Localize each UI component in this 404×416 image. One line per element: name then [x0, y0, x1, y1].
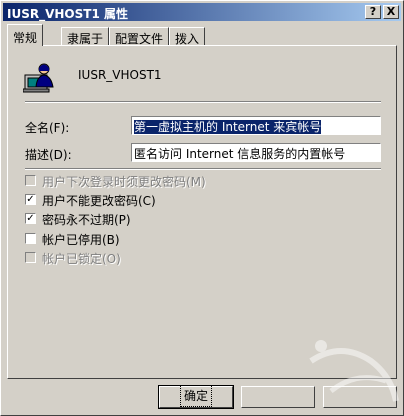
separator-top: [25, 101, 381, 103]
cannot-change-password-box[interactable]: ✓: [25, 194, 36, 205]
help-button[interactable]: ?: [365, 5, 381, 19]
account-disabled-box[interactable]: [25, 233, 36, 244]
description-field[interactable]: 匿名访问 Internet 信息服务的内置帐号: [131, 143, 381, 162]
must-change-password-box[interactable]: [25, 175, 36, 186]
description-value: 匿名访问 Internet 信息服务的内置帐号: [134, 147, 346, 161]
tab-dial-in-label: 拨入: [175, 32, 200, 46]
ok-button[interactable]: 确定: [158, 385, 234, 409]
description-label: 描述(D):: [25, 148, 72, 162]
tab-member-of-label: 隶属于: [67, 32, 104, 46]
window-title: IUSR_VHOST1 属性: [7, 7, 128, 21]
watermark-logo: [309, 340, 399, 402]
tab-general-label: 常规: [13, 31, 38, 45]
account-locked-label: 帐户已锁定(O): [42, 252, 121, 266]
tab-member-of[interactable]: 隶属于: [61, 27, 110, 46]
properties-dialog: IUSR_VHOST1 属性 ? X 常规 隶属于 配置文件 拨入 IUSR_V…: [0, 0, 404, 416]
password-never-expires-label: 密码永不过期(P): [42, 213, 131, 227]
tab-profile-label: 配置文件: [115, 32, 164, 46]
must-change-password-label: 用户下次登录时须更改密码(M): [42, 175, 206, 189]
user-computer-icon: [23, 63, 54, 93]
fullname-label: 全名(F):: [25, 121, 70, 135]
close-button[interactable]: X: [383, 5, 399, 19]
fullname-value: 第一虚拟主机的 Internet 来宾帐号: [134, 120, 322, 134]
tab-general[interactable]: 常规: [7, 24, 44, 46]
account-locked-box[interactable]: [25, 252, 36, 263]
account-disabled-label: 帐户已停用(B): [42, 233, 120, 247]
fullname-field[interactable]: 第一虚拟主机的 Internet 来宾帐号: [131, 116, 381, 135]
tab-profile[interactable]: 配置文件: [109, 27, 170, 46]
password-never-expires-box[interactable]: ✓: [25, 213, 36, 224]
cannot-change-password-label: 用户不能更改密码(C): [42, 194, 156, 208]
user-name: IUSR_VHOST1: [78, 68, 162, 82]
tab-dial-in[interactable]: 拨入: [169, 27, 206, 46]
title-bar[interactable]: IUSR_VHOST1 属性 ? X: [3, 3, 401, 21]
separator-middle: [25, 168, 381, 170]
ok-button-label: 确定: [179, 385, 213, 407]
